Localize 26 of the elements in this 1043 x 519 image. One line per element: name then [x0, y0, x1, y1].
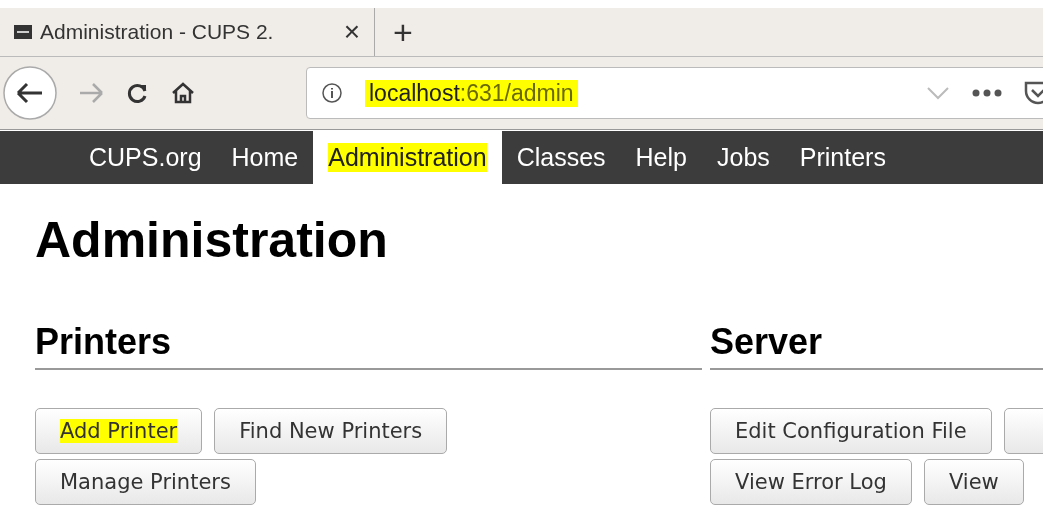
- favicon-icon: [14, 25, 32, 39]
- action-button[interactable]: Manage Printers: [35, 459, 256, 505]
- close-tab-button[interactable]: ×: [343, 16, 360, 48]
- action-button[interactable]: Add Printer: [35, 408, 203, 454]
- nav-link[interactable]: Administration: [313, 131, 502, 184]
- address-bar[interactable]: localhost:631/admin: [306, 67, 1043, 119]
- page-title: Administration: [35, 211, 389, 270]
- section-heading: Printers: [35, 320, 702, 370]
- new-tab-button[interactable]: +: [393, 8, 413, 56]
- nav-link[interactable]: Classes: [501, 131, 621, 184]
- home-icon[interactable]: [170, 81, 196, 105]
- nav-link[interactable]: Home: [216, 131, 314, 184]
- nav-link[interactable]: Printers: [784, 131, 901, 184]
- section-heading: Server: [710, 320, 1043, 370]
- nav-link[interactable]: Jobs: [702, 131, 785, 184]
- action-button[interactable]: View: [923, 459, 1024, 505]
- tab-title: Administration - CUPS 2.: [40, 20, 275, 44]
- nav-link[interactable]: CUPS.org: [74, 131, 217, 184]
- more-icon[interactable]: [972, 89, 1002, 97]
- action-button[interactable]: Find New Printers: [214, 408, 448, 454]
- info-icon: [321, 82, 343, 104]
- action-button[interactable]: View Error Log: [710, 459, 912, 505]
- back-icon[interactable]: [2, 65, 58, 121]
- url-text: localhost:631/admin: [365, 79, 578, 107]
- action-button[interactable]: Edit Configuration File: [710, 408, 992, 454]
- nav-link[interactable]: Help: [620, 131, 702, 184]
